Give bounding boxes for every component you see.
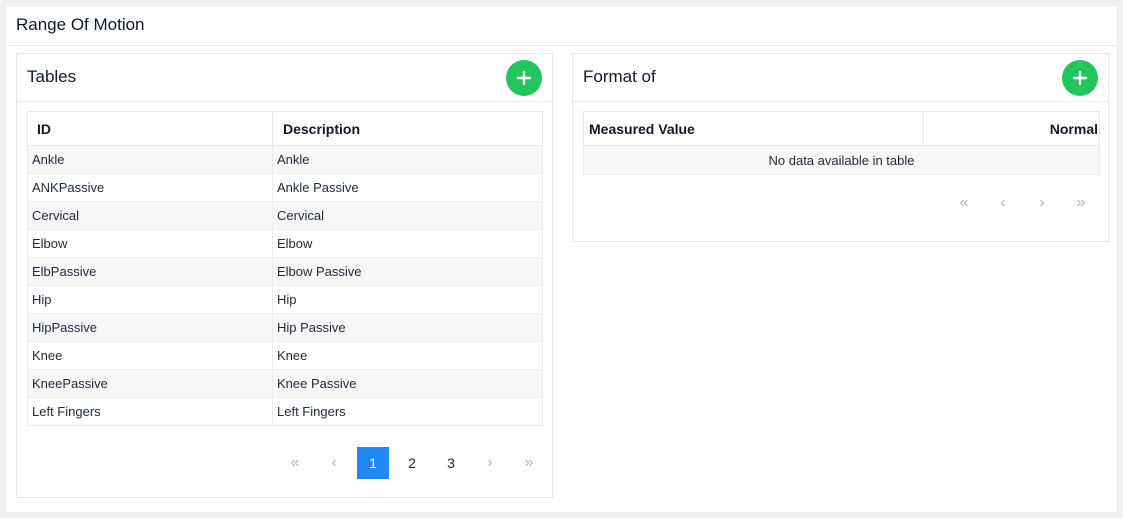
- next-page-button[interactable]: ›: [474, 447, 506, 479]
- table-row[interactable]: Ankle Ankle: [27, 145, 543, 174]
- cell-description: Ankle: [272, 145, 543, 174]
- format-card-title: Format of: [583, 67, 656, 86]
- cell-id: KneePassive: [27, 369, 273, 398]
- page-title: Range Of Motion: [16, 15, 145, 34]
- cell-description: Knee Passive: [272, 369, 543, 398]
- format-table: Measured Value Normal No data available …: [583, 111, 1100, 175]
- page-2-button[interactable]: 2: [396, 447, 428, 479]
- prev-page-button[interactable]: ‹: [987, 187, 1019, 219]
- first-page-button[interactable]: «: [279, 447, 311, 479]
- tables-pagination: « ‹ 1 2 3 › »: [272, 447, 545, 479]
- cell-id: Hip: [27, 285, 273, 314]
- empty-row: No data available in table: [583, 145, 1100, 175]
- table-header-row: ID Description: [27, 111, 543, 146]
- cell-id: Ankle: [27, 145, 273, 174]
- format-card: Format of Measured Value Normal No data …: [572, 53, 1109, 242]
- add-table-button[interactable]: [506, 60, 542, 96]
- cell-description: Left Fingers: [272, 397, 543, 426]
- next-page-button[interactable]: ›: [1026, 187, 1058, 219]
- column-header-measured-value[interactable]: Measured Value: [583, 111, 924, 146]
- cell-id: Cervical: [27, 201, 273, 230]
- cell-description: Hip Passive: [272, 313, 543, 342]
- table-header-row: Measured Value Normal: [583, 111, 1100, 146]
- plus-icon: [1073, 71, 1087, 85]
- plus-icon: [517, 71, 531, 85]
- cell-description: Ankle Passive: [272, 173, 543, 202]
- empty-table-message: No data available in table: [583, 145, 1100, 175]
- tables-table: ID Description Ankle Ankle ANKPassive Ankl…: [27, 111, 543, 426]
- table-row[interactable]: ElbPassive Elbow Passive: [27, 257, 543, 286]
- last-page-button[interactable]: »: [1065, 187, 1097, 219]
- add-format-button[interactable]: [1062, 60, 1098, 96]
- cell-description: Cervical: [272, 201, 543, 230]
- table-row[interactable]: Knee Knee: [27, 341, 543, 370]
- cell-id: HipPassive: [27, 313, 273, 342]
- first-page-button[interactable]: «: [948, 187, 980, 219]
- cell-id: ElbPassive: [27, 257, 273, 286]
- table-row[interactable]: ANKPassive Ankle Passive: [27, 173, 543, 202]
- range-of-motion-panel: Range Of Motion Tables ID Description An…: [5, 5, 1118, 513]
- last-page-button[interactable]: »: [513, 447, 545, 479]
- table-row[interactable]: Left Fingers Left Fingers: [27, 397, 543, 426]
- tables-card-header: Tables: [17, 54, 552, 102]
- page-1-button[interactable]: 1: [357, 447, 389, 479]
- table-row[interactable]: HipPassive Hip Passive: [27, 313, 543, 342]
- cell-id: Elbow: [27, 229, 273, 258]
- cell-description: Hip: [272, 285, 543, 314]
- table-row[interactable]: Hip Hip: [27, 285, 543, 314]
- tables-card: Tables ID Description Ankle Ankle ANKPass…: [16, 53, 553, 498]
- cell-description: Elbow: [272, 229, 543, 258]
- table-row[interactable]: Elbow Elbow: [27, 229, 543, 258]
- cell-id: Left Fingers: [27, 397, 273, 426]
- column-header-id[interactable]: ID: [27, 111, 273, 146]
- table-row[interactable]: KneePassive Knee Passive: [27, 369, 543, 398]
- page-3-button[interactable]: 3: [435, 447, 467, 479]
- cell-id: Knee: [27, 341, 273, 370]
- format-pagination: « ‹ › »: [941, 187, 1097, 219]
- format-card-header: Format of: [573, 54, 1108, 102]
- prev-page-button[interactable]: ‹: [318, 447, 350, 479]
- tables-card-title: Tables: [27, 67, 77, 86]
- column-header-description[interactable]: Description: [272, 111, 543, 146]
- cell-id: ANKPassive: [27, 173, 273, 202]
- panel-header: Range Of Motion: [6, 6, 1117, 46]
- table-row[interactable]: Cervical Cervical: [27, 201, 543, 230]
- column-header-normal[interactable]: Normal: [923, 111, 1100, 146]
- cell-description: Elbow Passive: [272, 257, 543, 286]
- cell-description: Knee: [272, 341, 543, 370]
